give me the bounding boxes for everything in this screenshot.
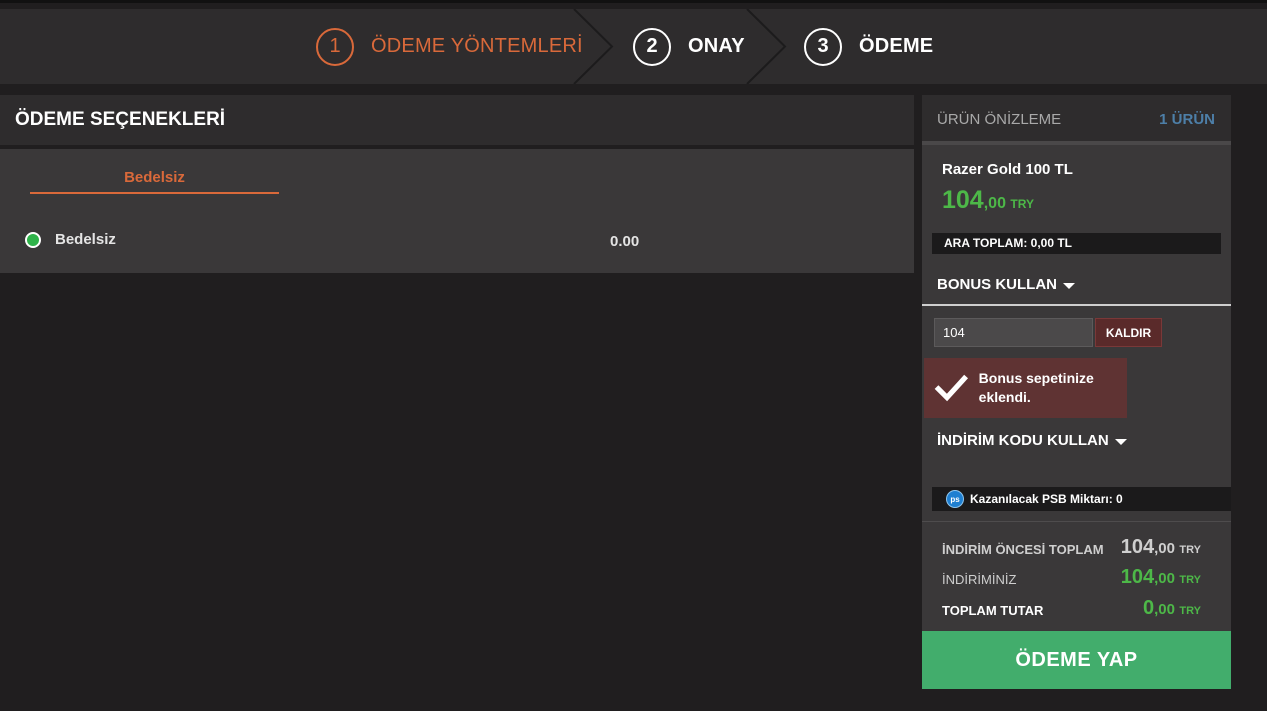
bonus-toggle[interactable]: BONUS KULLAN xyxy=(937,276,1075,293)
step-number: 3 xyxy=(804,27,842,66)
summary-title: ÜRÜN ÖNİZLEME xyxy=(937,111,1062,128)
psb-points: ps Kazanılacak PSB Miktarı: 0 xyxy=(932,487,1231,511)
top-edge xyxy=(0,0,1267,3)
notice-message: Bonus sepetinize eklendi. xyxy=(978,370,1094,405)
step-number: 1 xyxy=(316,27,354,66)
payment-option[interactable]: Bedelsiz xyxy=(25,231,116,248)
discount-code-toggle[interactable]: İNDİRİM KODU KULLAN xyxy=(937,432,1127,449)
caret-down-icon xyxy=(1063,283,1075,289)
step-confirm[interactable]: 2 ONAY xyxy=(633,9,745,84)
step-payment[interactable]: 3 ÖDEME xyxy=(804,9,933,84)
value-decimal: ,00 xyxy=(1154,601,1175,618)
step-label: ÖDEME YÖNTEMLERİ xyxy=(371,35,583,57)
step-label: ÖDEME xyxy=(859,35,934,57)
remove-bonus-button[interactable]: KALDIR xyxy=(1095,318,1162,347)
product-name: Razer Gold 100 TL xyxy=(942,161,1073,178)
total-label: İNDİRİM ÖNCESİ TOPLAM xyxy=(942,542,1104,557)
value-currency: TRY xyxy=(1179,544,1201,556)
total-value: 0,00 TRY xyxy=(1143,597,1201,620)
total-value: 104,00 TRY xyxy=(1121,536,1201,559)
checkmark-icon xyxy=(934,374,969,402)
value-integer: 104 xyxy=(1120,536,1155,558)
item-count: 1 ÜRÜN xyxy=(1159,111,1215,128)
radio-selected[interactable] xyxy=(25,231,41,248)
value-decimal: ,00 xyxy=(1154,570,1175,587)
summary-header: ÜRÜN ÖNİZLEME 1 ÜRÜN xyxy=(922,95,1231,145)
step-label: ONAY xyxy=(688,35,745,57)
value-integer: 104 xyxy=(1120,566,1155,588)
payment-options-panel: Bedelsiz Bedelsiz 0.00 xyxy=(0,149,914,273)
chevron-right-icon xyxy=(746,9,787,84)
value-decimal: ,00 xyxy=(1154,540,1175,557)
step-payment-methods[interactable]: 1 ÖDEME YÖNTEMLERİ xyxy=(316,9,583,84)
price-currency: TRY xyxy=(1010,197,1034,211)
tab-bedelsiz[interactable]: Bedelsiz xyxy=(30,169,279,194)
payment-option-price: 0.00 xyxy=(610,233,640,250)
totals: İNDİRİM ÖNCESİ TOPLAM 104,00 TRY İNDİRİM… xyxy=(922,521,1231,631)
payment-options-title: ÖDEME SEÇENEKLERİ xyxy=(0,95,914,145)
chevron-right-icon xyxy=(573,9,614,84)
step-number: 2 xyxy=(633,27,671,66)
caret-down-icon xyxy=(1114,439,1127,445)
payment-option-label: Bedelsiz xyxy=(55,231,116,248)
discount-code-title: İNDİRİM KODU KULLAN xyxy=(937,432,1109,449)
product-price: 104,00 TRY xyxy=(942,186,1034,215)
value-integer: 0 xyxy=(1142,597,1155,619)
divider xyxy=(922,304,1231,306)
bonus-added-notice: Bonus sepetinize eklendi. xyxy=(924,358,1127,418)
value-currency: TRY xyxy=(1179,605,1201,617)
total-row-discount: İNDİRİMİNİZ 104,00 TRY xyxy=(942,566,1201,592)
psb-icon: ps xyxy=(946,490,964,508)
checkout-steps: 1 ÖDEME YÖNTEMLERİ 2 ONAY 3 ÖDEME xyxy=(0,9,1267,84)
bonus-input[interactable] xyxy=(934,318,1093,347)
order-summary: ÜRÜN ÖNİZLEME 1 ÜRÜN Razer Gold 100 TL 1… xyxy=(922,95,1231,689)
total-label: TOPLAM TUTAR xyxy=(942,603,1044,618)
value-currency: TRY xyxy=(1179,574,1201,586)
total-row-grand: TOPLAM TUTAR 0,00 TRY xyxy=(942,597,1201,623)
pay-button[interactable]: ÖDEME YAP xyxy=(922,631,1231,689)
total-label: İNDİRİMİNİZ xyxy=(942,572,1017,587)
total-row-before-discount: İNDİRİM ÖNCESİ TOPLAM 104,00 TRY xyxy=(942,536,1201,562)
price-decimal: ,00 xyxy=(983,195,1006,212)
subtotal: ARA TOPLAM: 0,00 TL xyxy=(932,233,1221,254)
bonus-title: BONUS KULLAN xyxy=(937,276,1057,293)
psb-text: Kazanılacak PSB Miktarı: 0 xyxy=(970,492,1123,506)
total-value: 104,00 TRY xyxy=(1121,566,1201,589)
price-integer: 104 xyxy=(942,186,984,214)
